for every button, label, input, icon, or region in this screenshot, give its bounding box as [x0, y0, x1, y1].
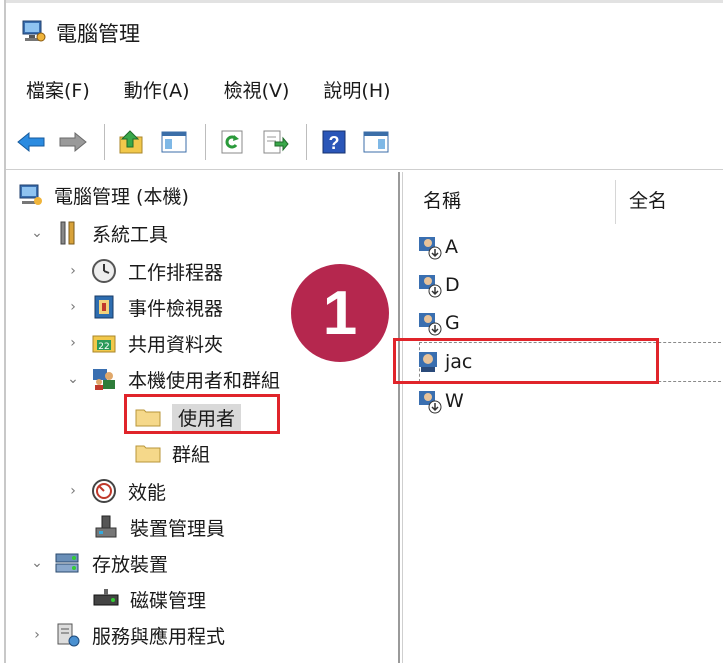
tree-item-shared-folders[interactable]: › 22 共用資料夾: [64, 326, 223, 360]
tree-item-task-scheduler[interactable]: › 工作排程器: [64, 254, 223, 288]
chevron-right-icon[interactable]: ›: [28, 627, 46, 643]
svg-text:?: ?: [329, 133, 340, 153]
computer-management-window: 電腦管理 檔案(F) 動作(A) 檢視(V) 說明(H) ? 電腦管理 (本機)…: [4, 0, 723, 663]
toolbar: ?: [6, 114, 723, 170]
show-tree-icon[interactable]: [157, 125, 191, 159]
svg-text:22: 22: [98, 342, 109, 352]
performance-icon: [90, 477, 118, 505]
user-disabled-icon: [417, 234, 443, 260]
tree-label: 系統工具: [92, 223, 169, 246]
menu-view[interactable]: 檢視(V): [224, 76, 290, 103]
column-header-name[interactable]: 名稱: [423, 186, 461, 213]
menu-file[interactable]: 檔案(F): [26, 76, 90, 103]
refresh-icon[interactable]: [216, 125, 250, 159]
services-icon: [54, 621, 82, 649]
user-name: A: [445, 236, 458, 258]
callout-highlight-users: [124, 394, 280, 434]
tree-item-device-manager[interactable]: 裝置管理員: [92, 510, 225, 544]
event-viewer-icon: [90, 293, 118, 321]
user-disabled-icon: [417, 272, 443, 298]
column-separator[interactable]: [615, 180, 616, 224]
tree-label: 磁碟管理: [130, 589, 207, 612]
toolbar-separator: [205, 123, 206, 160]
tree-item-local-users-groups[interactable]: ⌄ 本機使用者和群組: [64, 362, 280, 396]
tree-item-performance[interactable]: › 效能: [64, 474, 166, 508]
menu-action[interactable]: 動作(A): [124, 76, 190, 103]
tree-item-event-viewer[interactable]: › 事件檢視器: [64, 290, 223, 324]
tree-label: 電腦管理 (本機): [54, 185, 189, 208]
tree-label: 效能: [128, 481, 167, 504]
help-icon[interactable]: ?: [317, 125, 351, 159]
forward-icon[interactable]: [56, 125, 90, 159]
tree-item-storage[interactable]: ⌄ 存放裝置: [28, 546, 168, 580]
up-folder-icon[interactable]: [115, 125, 149, 159]
tree-label: 本機使用者和群組: [128, 369, 281, 392]
user-name: W: [445, 390, 464, 412]
menu-help[interactable]: 說明(H): [323, 76, 390, 103]
chevron-down-icon[interactable]: ⌄: [28, 555, 46, 571]
folder-icon: [134, 439, 162, 467]
chevron-right-icon[interactable]: ›: [64, 335, 82, 351]
chevron-down-icon[interactable]: ⌄: [64, 371, 82, 387]
user-disabled-icon: [417, 388, 443, 414]
disk-icon: [92, 585, 120, 613]
computer-management-icon: [20, 18, 46, 48]
shared-folder-icon: 22: [90, 329, 118, 357]
clock-icon: [90, 257, 118, 285]
user-name: G: [445, 312, 460, 334]
storage-icon: [54, 549, 82, 577]
console-tree: 電腦管理 (本機) ⌄ 系統工具 › 工作排程器 › 事件檢視器 › 22 共用…: [6, 172, 400, 663]
chevron-right-icon[interactable]: ›: [64, 483, 82, 499]
user-list-pane: 名稱 全名 A D G jac W: [393, 172, 723, 663]
tree-item-groups[interactable]: 群組: [134, 436, 210, 470]
chevron-right-icon[interactable]: ›: [64, 263, 82, 279]
list-item-user[interactable]: W: [417, 384, 464, 418]
computer-management-icon: [16, 181, 44, 209]
tree-label: 群組: [172, 443, 211, 466]
tree-label: 存放裝置: [92, 553, 169, 576]
tree-item-computer-management[interactable]: 電腦管理 (本機): [16, 178, 189, 212]
tools-icon: [54, 219, 82, 247]
tree-label: 事件檢視器: [128, 297, 224, 320]
callout-highlight-user: [393, 338, 659, 384]
step-number-badge: 1: [291, 264, 389, 362]
tree-item-disk-management[interactable]: 磁碟管理: [92, 582, 206, 616]
tree-label: 共用資料夾: [128, 333, 224, 356]
tree-label: 服務與應用程式: [92, 625, 226, 648]
back-icon[interactable]: [14, 125, 48, 159]
list-item-user[interactable]: G: [417, 306, 460, 340]
tree-label: 工作排程器: [128, 261, 224, 284]
list-item-user[interactable]: A: [417, 230, 458, 264]
column-header-full-name[interactable]: 全名: [629, 186, 667, 213]
list-item-user[interactable]: D: [417, 268, 460, 302]
toolbar-separator: [306, 123, 307, 160]
chevron-down-icon[interactable]: ⌄: [28, 225, 46, 241]
tree-item-system-tools[interactable]: ⌄ 系統工具: [28, 216, 168, 250]
window-title: 電腦管理: [56, 21, 140, 46]
user-disabled-icon: [417, 310, 443, 336]
chevron-right-icon[interactable]: ›: [64, 299, 82, 315]
toolbar-separator: [104, 123, 105, 160]
tree-label: 裝置管理員: [130, 517, 226, 540]
tree-item-services-apps[interactable]: › 服務與應用程式: [28, 618, 225, 652]
action-pane-icon[interactable]: [359, 125, 393, 159]
menu-bar: 檔案(F) 動作(A) 檢視(V) 說明(H): [6, 66, 723, 112]
user-name: D: [445, 274, 460, 296]
title-bar: 電腦管理: [6, 0, 723, 62]
export-list-icon[interactable]: [258, 125, 292, 159]
device-manager-icon: [92, 513, 120, 541]
users-groups-icon: [90, 365, 118, 393]
